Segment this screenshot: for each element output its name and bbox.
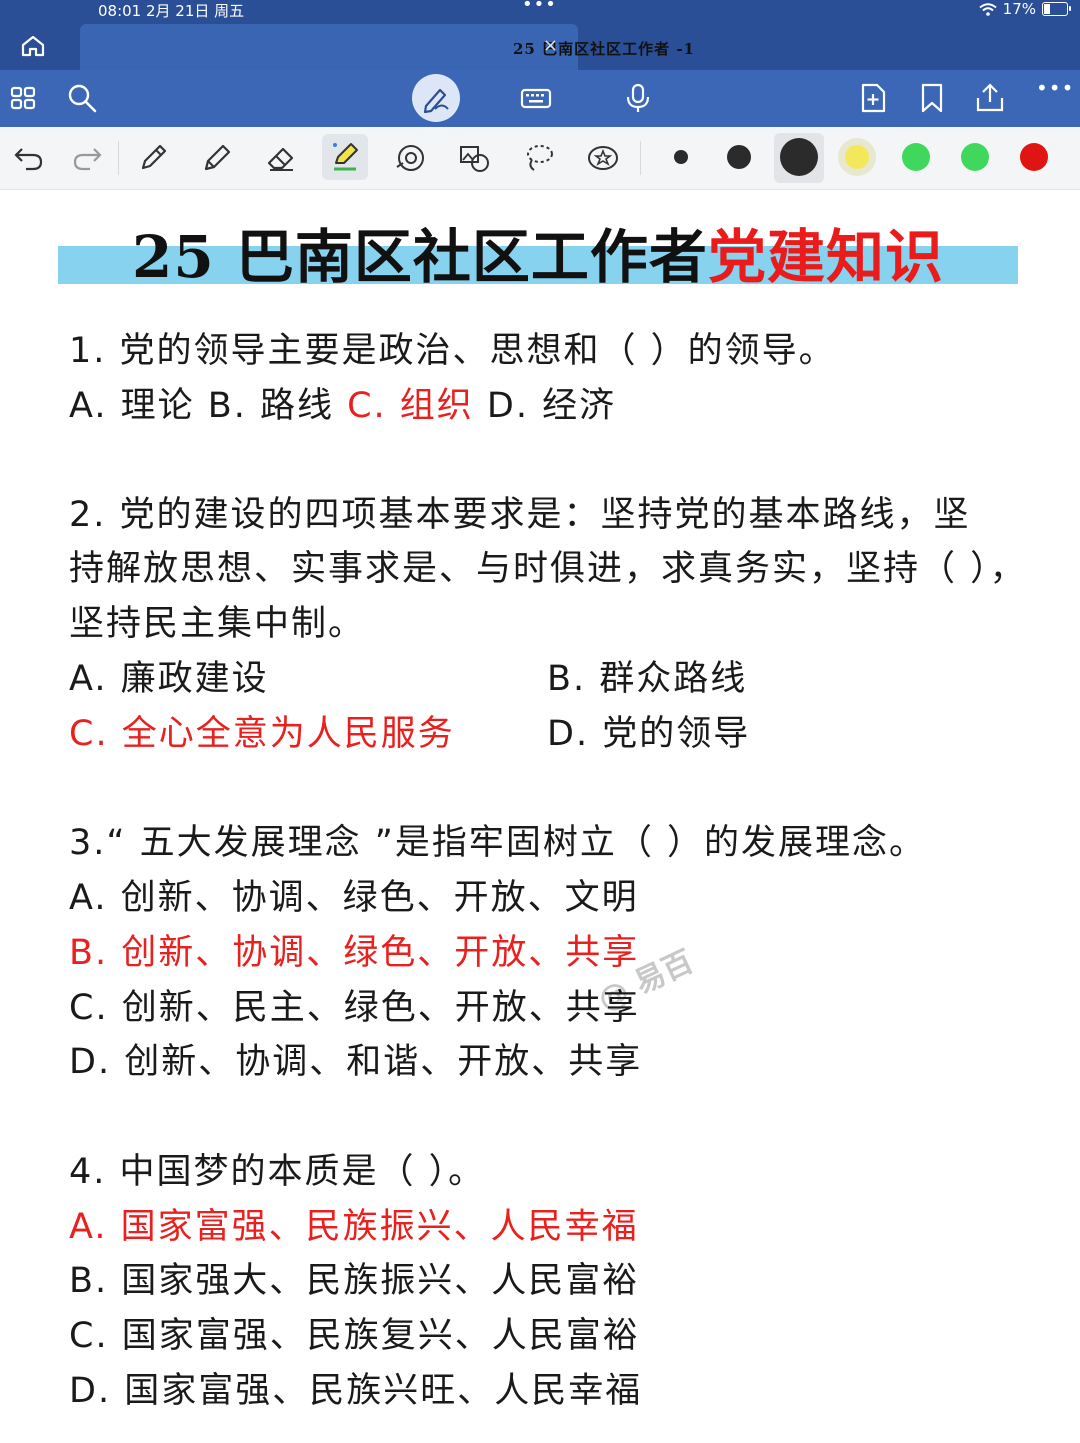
document-title: 25 巴南区社区工作者党建知识 (58, 202, 1018, 291)
undo-icon[interactable] (12, 141, 46, 175)
pencil-icon[interactable] (200, 141, 234, 175)
color-swatch-red[interactable] (1020, 143, 1048, 171)
question-3-option-c: C. 创新、民主、绿色、开放、共享 (69, 988, 640, 1028)
title-text: 25 巴南区社区工作者 (132, 223, 708, 291)
eraser-icon[interactable] (264, 141, 298, 175)
question-2-stem-line2: 持解放思想、实事求是、与时俱进，求真务实，坚持（ ）， (69, 549, 1027, 589)
multitask-dots[interactable]: ••• (522, 0, 557, 15)
search-icon[interactable] (66, 82, 98, 114)
document-page[interactable]: 25 巴南区社区工作者党建知识 1. 党的领导主要是政治、思想和（ ）的领导。 … (0, 190, 1080, 1443)
battery-percent: 17% (1002, 0, 1036, 18)
apps-grid-icon[interactable] (8, 82, 40, 114)
close-tab-icon[interactable]: × (543, 35, 558, 56)
question-3-answer: B. 创新、协调、绿色、开放、共享 (69, 933, 640, 973)
question-4-answer: A. 国家富强、民族振兴、人民幸福 (69, 1207, 639, 1247)
question-3-option-a: A. 创新、协调、绿色、开放、文明 (69, 878, 639, 918)
share-icon[interactable] (974, 82, 1006, 114)
color-swatch-black-medium[interactable] (727, 145, 751, 169)
question-3-option-d: D. 创新、协调、和谐、开放、共享 (69, 1042, 643, 1082)
wifi-icon (979, 2, 997, 16)
question-4-option-d: D. 国家富强、民族兴旺、人民幸福 (69, 1371, 643, 1411)
pen-mode-button[interactable] (412, 74, 460, 122)
status-bar: 08:01 2月 21日 周五 ••• 17% (0, 0, 1080, 20)
question-2-option-d: D. 党的领导 (547, 714, 751, 754)
question-2-option-a: A. 廉政建设 (69, 659, 269, 699)
bookmark-icon[interactable] (916, 82, 948, 114)
shape-icon[interactable] (394, 141, 428, 175)
color-swatch-green[interactable] (902, 143, 930, 171)
title-bar: 08:01 2月 21日 周五 ••• 17% 25 巴南区社区工作者 -1 × (0, 0, 1080, 70)
color-swatch-yellow[interactable] (845, 145, 869, 169)
question-1-stem: 1. 党的领导主要是政治、思想和（ ）的领导。 (69, 331, 836, 371)
question-1-option-d: D. 经济 (473, 386, 617, 426)
color-swatch-black-small[interactable] (674, 150, 688, 164)
highlighter-icon[interactable] (328, 139, 362, 173)
status-time: 08:01 2月 21日 周五 (98, 2, 245, 20)
question-1-options: A. 理论 B. 路线 C. 组织 D. 经济 (69, 379, 616, 433)
battery-status: 17% (979, 0, 1071, 18)
question-4-option-c: C. 国家富强、民族复兴、人民富裕 (69, 1316, 640, 1356)
keyboard-icon[interactable] (520, 82, 552, 114)
home-icon[interactable] (20, 34, 46, 58)
more-icon[interactable]: ••• (1036, 76, 1073, 108)
color-swatch-black-large[interactable] (780, 138, 818, 176)
question-1-answer: C. 组织 (347, 386, 474, 426)
toolbar-divider (640, 141, 641, 175)
question-2-option-b: B. 群众路线 (547, 659, 748, 699)
microphone-icon[interactable] (622, 82, 654, 114)
add-page-icon[interactable] (857, 82, 889, 114)
question-1-options-ab: A. 理论 B. 路线 (69, 386, 348, 426)
question-2-stem-line3: 坚持民主集中制。 (69, 604, 366, 644)
toolbar-divider (118, 141, 119, 175)
lasso-icon[interactable] (522, 141, 556, 175)
question-2-answer: C. 全心全意为人民服务 (69, 714, 455, 754)
tab-title: 25 巴南区社区工作者 -1 (513, 40, 695, 58)
pen-icon[interactable] (136, 141, 170, 175)
image-tool-icon[interactable] (458, 141, 492, 175)
color-swatch-green-2[interactable] (961, 143, 989, 171)
battery-icon (1042, 2, 1071, 16)
redo-icon[interactable] (70, 141, 104, 175)
question-4-option-b: B. 国家强大、民族振兴、人民富裕 (69, 1261, 640, 1301)
main-toolbar: ••• (0, 70, 1080, 127)
pen-mode-icon (423, 88, 449, 114)
question-4-stem: 4. 中国梦的本质是（ ）。 (69, 1152, 486, 1192)
question-2-stem-line1: 2. 党的建设的四项基本要求是：坚持党的基本路线，坚 (69, 495, 971, 535)
document-tab[interactable]: 25 巴南区社区工作者 -1 × (80, 24, 694, 70)
title-text-red: 党建知识 (707, 223, 944, 291)
sticker-icon[interactable] (586, 141, 620, 175)
question-3-stem: 3.“ 五大发展理念 ”是指牢固树立（ ）的发展理念。 (69, 823, 927, 863)
